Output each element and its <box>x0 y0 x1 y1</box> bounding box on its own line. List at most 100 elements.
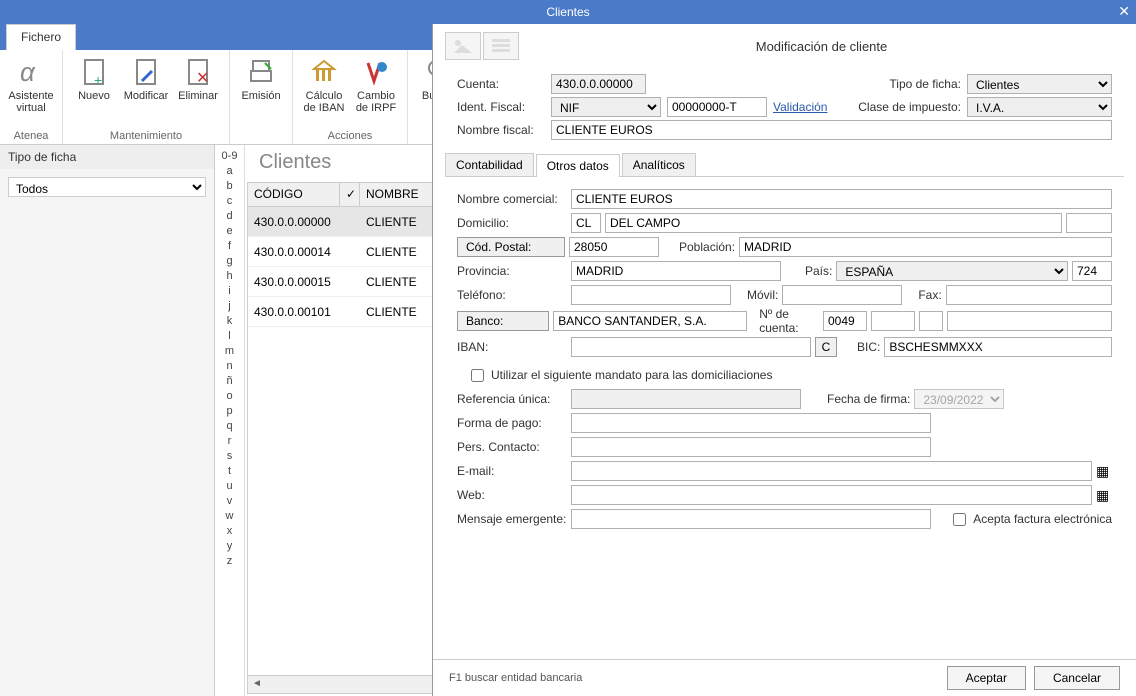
alpha-n[interactable]: n <box>215 359 244 374</box>
cell-check <box>340 218 360 226</box>
clase-imp-label: Clase de impuesto: <box>858 100 961 114</box>
ncuenta1-input[interactable] <box>823 311 867 331</box>
fax-input[interactable] <box>946 285 1112 305</box>
tab-fichero[interactable]: Fichero <box>6 24 76 50</box>
alpha-r[interactable]: r <box>215 434 244 449</box>
qr-icon[interactable]: ▦ <box>1096 463 1112 479</box>
fecha-firma-select[interactable]: 23/09/2022 <box>914 389 1004 409</box>
close-icon[interactable]: ✕ <box>1118 3 1130 20</box>
mandato-checkbox[interactable] <box>471 369 484 382</box>
ncuenta2-input[interactable] <box>871 311 915 331</box>
modificar-button[interactable]: Modificar <box>121 52 171 128</box>
acepta-checkbox[interactable] <box>953 513 966 526</box>
fecha-firma-label: Fecha de firma: <box>827 392 910 406</box>
col-codigo[interactable]: CÓDIGO <box>248 183 340 206</box>
alpha-y[interactable]: y <box>215 539 244 554</box>
alpha-g[interactable]: g <box>215 254 244 269</box>
eliminar-button[interactable]: ✕ Eliminar <box>173 52 223 128</box>
alpha-f[interactable]: f <box>215 239 244 254</box>
iban-input[interactable] <box>571 337 811 357</box>
mensaje-input[interactable] <box>571 509 931 529</box>
alpha-v[interactable]: v <box>215 494 244 509</box>
alpha-x[interactable]: x <box>215 524 244 539</box>
alpha-o[interactable]: o <box>215 389 244 404</box>
alpha-0-9[interactable]: 0-9 <box>215 149 244 164</box>
qr-icon[interactable]: ▦ <box>1096 487 1112 503</box>
forma-pago-input[interactable] <box>571 413 931 433</box>
cancelar-button[interactable]: Cancelar <box>1034 666 1120 690</box>
alpha-a[interactable]: a <box>215 164 244 179</box>
ncuenta3-input[interactable] <box>919 311 943 331</box>
cambio-irpf-button[interactable]: Cambio de IRPF <box>351 52 401 128</box>
alpha-e[interactable]: e <box>215 224 244 239</box>
alpha-ñ[interactable]: ñ <box>215 374 244 389</box>
banco-input[interactable] <box>553 311 747 331</box>
ncuenta-label: Nº de cuenta: <box>759 307 819 335</box>
calculo-iban-button[interactable]: Cálculo de IBAN <box>299 52 349 128</box>
col-check[interactable]: ✓ <box>340 183 360 206</box>
poblacion-input[interactable] <box>739 237 1112 257</box>
tab-analiticos[interactable]: Analíticos <box>622 153 696 176</box>
telefono-input[interactable] <box>571 285 731 305</box>
clase-imp-select[interactable]: I.V.A. <box>967 97 1112 117</box>
emision-button[interactable]: Emisión <box>236 52 286 140</box>
tab-contabilidad[interactable]: Contabilidad <box>445 153 534 176</box>
tipo-ficha-select2[interactable]: Clientes <box>967 74 1112 94</box>
cell-codigo: 430.0.0.00101 <box>248 301 340 323</box>
dialog-modificacion-cliente: Modificación de cliente Cuenta: Tipo de … <box>432 24 1136 696</box>
nombre-com-input[interactable] <box>571 189 1112 209</box>
aceptar-button[interactable]: Aceptar <box>947 666 1026 690</box>
list-placeholder-icon[interactable] <box>483 32 519 60</box>
validacion-link[interactable]: Validación <box>773 100 827 114</box>
movil-input[interactable] <box>782 285 902 305</box>
alpha-s[interactable]: s <box>215 449 244 464</box>
ribbon-group-acciones: Cálculo de IBAN Cambio de IRPF Acciones <box>293 50 408 144</box>
domicilio-tipo-input[interactable] <box>571 213 601 233</box>
alpha-l[interactable]: l <box>215 329 244 344</box>
web-input[interactable] <box>571 485 1092 505</box>
cuenta-input[interactable] <box>551 74 646 94</box>
image-placeholder-icon[interactable] <box>445 32 481 60</box>
alpha-j[interactable]: j <box>215 299 244 314</box>
alpha-h[interactable]: h <box>215 269 244 284</box>
alpha-p[interactable]: p <box>215 404 244 419</box>
alpha-k[interactable]: k <box>215 314 244 329</box>
codpostal-input[interactable] <box>569 237 659 257</box>
tipo-ficha-select[interactable]: Todos <box>8 177 206 197</box>
banco-button[interactable]: Banco: <box>457 311 549 331</box>
alpha-u[interactable]: u <box>215 479 244 494</box>
alpha-i[interactable]: i <box>215 284 244 299</box>
alpha-b[interactable]: b <box>215 179 244 194</box>
domicilio-calle-input[interactable] <box>605 213 1062 233</box>
domicilio-num-input[interactable] <box>1066 213 1112 233</box>
tab-body-otros: Nombre comercial: Domicilio: Cód. Postal… <box>433 177 1136 659</box>
print-icon <box>245 56 277 88</box>
ident-num-input[interactable] <box>667 97 767 117</box>
provincia-input[interactable] <box>571 261 781 281</box>
svg-text:+: + <box>94 72 102 87</box>
iban-calc-button[interactable]: C <box>815 337 837 357</box>
alpha-d[interactable]: d <box>215 209 244 224</box>
ident-type-select[interactable]: NIF <box>551 97 661 117</box>
email-label: E-mail: <box>457 464 567 478</box>
alpha-q[interactable]: q <box>215 419 244 434</box>
alpha-z[interactable]: z <box>215 554 244 569</box>
bic-input[interactable] <box>884 337 1112 357</box>
alpha-c[interactable]: c <box>215 194 244 209</box>
pers-contacto-input[interactable] <box>571 437 931 457</box>
ref-unica-input[interactable] <box>571 389 801 409</box>
ncuenta4-input[interactable] <box>947 311 1112 331</box>
pais-select[interactable]: ESPAÑA <box>836 261 1068 281</box>
nuevo-button[interactable]: + Nuevo <box>69 52 119 128</box>
tab-otros-datos[interactable]: Otros datos <box>536 154 620 177</box>
footer-hint: F1 buscar entidad bancaria <box>449 672 939 684</box>
codpostal-button[interactable]: Cód. Postal: <box>457 237 565 257</box>
nombre-fiscal-input[interactable] <box>551 120 1112 140</box>
alpha-m[interactable]: m <box>215 344 244 359</box>
asistente-virtual-button[interactable]: α Asistente virtual <box>6 52 56 128</box>
email-input[interactable] <box>571 461 1092 481</box>
alpha-t[interactable]: t <box>215 464 244 479</box>
pais-code-input[interactable] <box>1072 261 1112 281</box>
alpha-w[interactable]: w <box>215 509 244 524</box>
cell-codigo: 430.0.0.00014 <box>248 241 340 263</box>
